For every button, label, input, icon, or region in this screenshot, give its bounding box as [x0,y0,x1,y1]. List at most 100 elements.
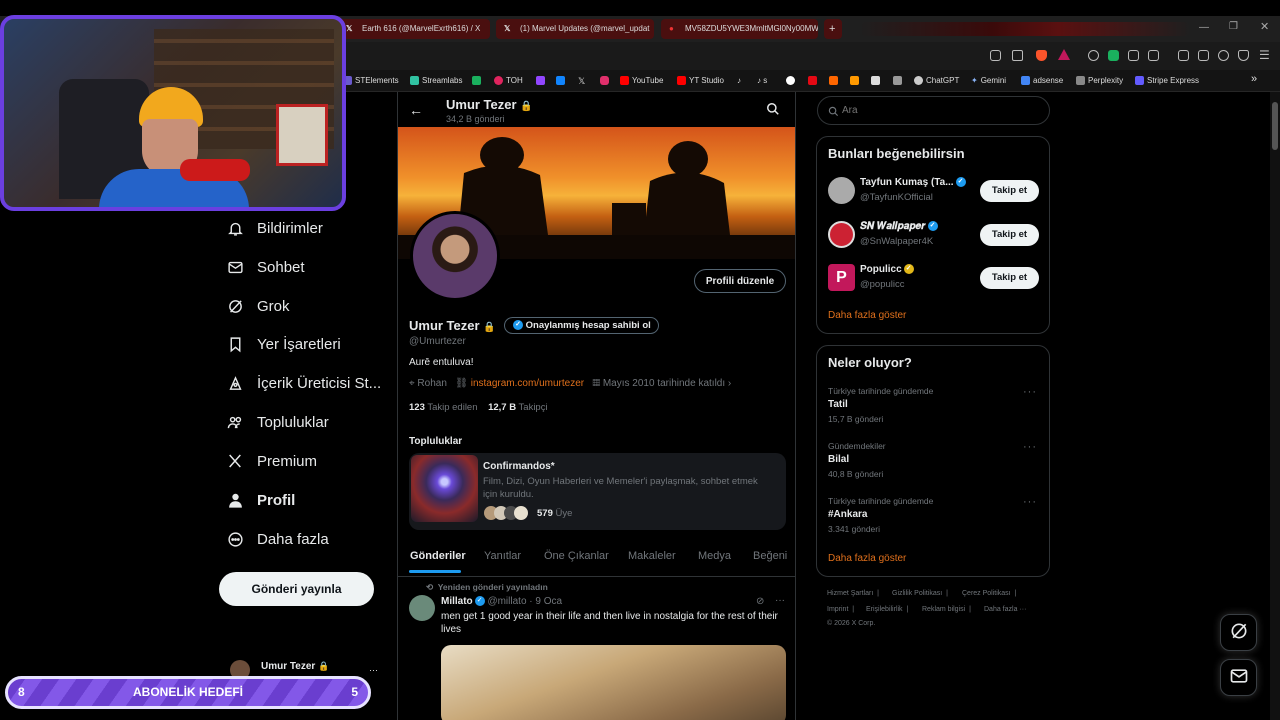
following-link[interactable]: 123 Takip edilen [409,402,478,413]
post-more-icon[interactable]: ··· [775,595,785,606]
post-image[interactable] [441,645,786,720]
browser-tab[interactable]: 𝕏 (1) Marvel Updates (@marvel_updat [496,19,654,39]
suggestion-name[interactable]: Tayfun Kumaş (Ta... ✓ [860,177,966,188]
bookmark-item[interactable] [786,74,798,88]
sidebar-item-profile[interactable]: Profil [226,486,295,514]
puzzle-icon[interactable] [1128,50,1139,61]
tab-likes[interactable]: Beğeni [753,550,787,562]
tab-media[interactable]: Medya [698,550,731,562]
follow-button[interactable]: Takip et [980,224,1039,246]
bookmark-item[interactable]: ♪ s [757,74,767,88]
extension-icon[interactable] [1108,50,1119,61]
wallet-icon[interactable] [1198,50,1209,61]
community-card[interactable]: Confirmandos* Film, Dizi, Oyun Haberleri… [409,453,786,530]
show-more-link[interactable]: Daha fazla göster [828,310,906,321]
page-scrollbar[interactable] [1270,92,1280,720]
profile-avatar[interactable] [410,211,500,301]
trend-more-icon[interactable]: ··· [1023,386,1037,398]
footer-link-terms[interactable]: Hizmet Şartları | [827,590,879,597]
downloads-icon[interactable] [1218,50,1229,61]
more-bookmarks-button[interactable]: » [1251,72,1257,86]
footer-link-cookies[interactable]: Çerez Politikası | [962,590,1016,597]
sidebar-item-premium[interactable]: Premium [226,447,317,475]
post-date[interactable]: · 9 Oca [529,596,562,607]
suggestion-avatar[interactable]: P [828,264,855,291]
trend-item[interactable]: Türkiye tarihinde gündemde #Ankara 3.341… [817,492,1049,540]
browser-tab[interactable]: ● MV58ZDU5YWE3MmltMGl0Ny00MW [661,19,818,39]
tab-articles[interactable]: Makaleler [628,550,676,562]
minimize-icon[interactable]: — [1199,22,1209,33]
bookmark-item[interactable]: 𝕏 [578,74,585,89]
tab-posts[interactable]: Gönderiler [410,550,466,562]
grok-float-button[interactable] [1220,614,1257,651]
footer-link-ads-info[interactable]: Reklam bilgisi | [922,606,971,613]
sidebar-item-communities[interactable]: Topluluklar [226,408,329,436]
back-arrow-icon[interactable]: ← [409,102,423,118]
share-icon[interactable] [1012,50,1023,61]
search-icon[interactable] [766,102,780,119]
edit-profile-button[interactable]: Profili düzenle [694,269,786,293]
post-author-avatar[interactable] [409,595,435,621]
menu-icon[interactable]: ☰ [1259,48,1270,62]
bookmark-item[interactable] [808,74,820,88]
sidebar-item-creator-studio[interactable]: İçerik Üreticisi St... [226,369,381,397]
trend-more-icon[interactable]: ··· [1023,496,1037,508]
bookmark-item[interactable] [893,74,905,88]
account-name[interactable]: Umur Tezer 🔒 [261,661,329,672]
bookmark-item[interactable] [536,74,548,88]
messages-float-button[interactable] [1220,659,1257,696]
brave-rewards-icon[interactable] [1058,49,1070,60]
profile-link[interactable]: instagram.com/umurtezer [471,378,584,389]
tab-highlights[interactable]: Öne Çıkanlar [544,550,609,562]
search-input[interactable] [842,103,1042,118]
extension-icon[interactable] [1088,50,1099,61]
cast-icon[interactable] [990,50,1001,61]
bookmark-item[interactable] [850,74,862,88]
followers-link[interactable]: 12,7 B Takipçi [488,402,548,413]
trend-item[interactable]: Türkiye tarihinde gündemde Tatil 15,7 B … [817,382,1049,430]
bookmark-item[interactable]: YouTube [620,74,663,88]
bookmark-item[interactable]: ♪ [737,74,741,88]
sidebar-item-more[interactable]: Daha fazla [226,525,329,553]
brave-shield-icon[interactable] [1036,50,1047,61]
bookmark-item[interactable] [556,74,568,88]
grok-icon[interactable]: ⊘ [756,596,764,607]
footer-link-privacy[interactable]: Gizlilik Politikası | [892,590,948,597]
suggestion-name[interactable]: 𝑺𝑵 𝑾𝒂𝒍𝒍𝒑𝒂𝒑𝒆𝒓 ✓ [860,221,938,232]
extension-icon[interactable] [1148,50,1159,61]
suggestion-avatar[interactable] [828,177,855,204]
bookmark-item[interactable]: STElements [343,74,399,88]
footer-link-more[interactable]: Daha fazla ··· [984,606,1026,613]
tab-replies[interactable]: Yanıtlar [484,550,521,562]
bookmark-item[interactable] [829,74,841,88]
bookmark-item[interactable]: ChatGPT [914,74,959,88]
browser-tab[interactable]: 𝕏 Earth 616 (@MarvelExrth616) / X [338,19,490,39]
bookmark-item[interactable]: TOH [494,74,523,88]
get-verified-button[interactable]: ✓ Onaylanmış hesap sahibi ol [504,317,659,334]
trends-show-more-link[interactable]: Daha fazla göster [828,553,906,564]
sidebar-item-notifications[interactable]: Bildirimler [226,214,323,242]
close-icon[interactable]: ✕ [1260,20,1269,33]
bookmark-item[interactable]: YT Studio [677,74,724,88]
bookmark-item[interactable]: ✦ Gemini [971,74,1006,88]
post-author[interactable]: Millato [441,596,473,607]
follow-button[interactable]: Takip et [980,267,1039,289]
bookmark-item[interactable]: Stripe Express [1135,74,1199,88]
vpn-icon[interactable] [1238,50,1249,61]
new-tab-button[interactable]: + [824,19,842,39]
search-box[interactable] [817,96,1050,125]
post-button[interactable]: Gönderi yayınla [219,572,374,606]
bookmark-item[interactable] [871,74,883,88]
suggestion-name[interactable]: Populicc ✓ [860,264,914,275]
trend-item[interactable]: Gündemdekiler Bilal 40,8 B gönderi ··· [817,437,1049,485]
sidebar-item-grok[interactable]: Grok [226,292,290,320]
trend-more-icon[interactable]: ··· [1023,441,1037,453]
scrollbar-thumb[interactable] [1272,102,1278,150]
bookmark-item[interactable] [472,74,484,88]
bookmark-item[interactable]: Perplexity [1076,74,1123,88]
sidebar-icon[interactable] [1178,50,1189,61]
bookmark-item[interactable]: Streamlabs [410,74,462,88]
bookmark-item[interactable] [600,74,612,88]
sidebar-item-chat[interactable]: Sohbet [226,253,305,281]
sidebar-item-bookmarks[interactable]: Yer İşaretleri [226,330,341,358]
